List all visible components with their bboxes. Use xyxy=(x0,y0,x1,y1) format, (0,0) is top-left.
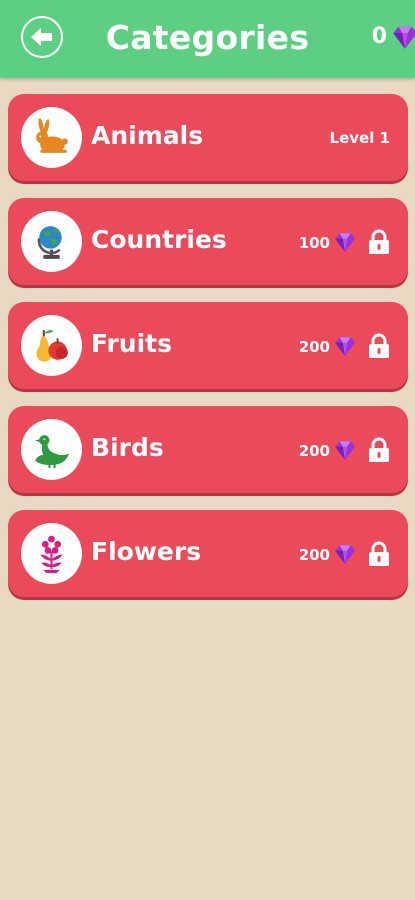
level-badge: Level 1 xyxy=(329,129,390,147)
category-icon-container xyxy=(21,419,82,480)
category-label: Flowers xyxy=(91,537,202,566)
duck-icon xyxy=(35,435,69,468)
category-list: Animals Level 1 Countries 100 Fruits 200… xyxy=(8,94,408,614)
category-label: Countries xyxy=(91,225,227,254)
unlock-price: 100 xyxy=(298,234,330,252)
unlock-price: 200 xyxy=(298,546,330,564)
arrow-left-icon xyxy=(31,28,52,46)
category-icon-container xyxy=(21,211,82,272)
diamond-icon xyxy=(335,233,355,252)
top-bar: Categories 0 xyxy=(0,0,415,78)
back-button[interactable] xyxy=(21,16,63,58)
unlock-price: 200 xyxy=(298,338,330,356)
category-icon-container xyxy=(21,523,82,584)
flower-icon xyxy=(40,535,63,573)
category-icon-container xyxy=(21,107,82,168)
diamond-icon xyxy=(335,441,355,460)
gem-balance: 0 xyxy=(371,24,387,49)
lock-icon xyxy=(369,437,389,462)
diamond-icon xyxy=(393,26,415,49)
globe-icon xyxy=(37,226,62,259)
category-card-birds[interactable]: Birds 200 xyxy=(8,406,408,493)
category-label: Fruits xyxy=(91,329,173,358)
category-card-countries[interactable]: Countries 100 xyxy=(8,198,408,285)
lock-icon xyxy=(369,229,389,254)
diamond-icon xyxy=(335,545,355,564)
category-card-flowers[interactable]: Flowers 200 xyxy=(8,510,408,597)
category-card-animals[interactable]: Animals Level 1 xyxy=(8,94,408,181)
lock-icon xyxy=(369,541,389,566)
rabbit-icon xyxy=(36,118,68,153)
category-icon-container xyxy=(21,315,82,376)
fruits-icon xyxy=(36,329,68,362)
unlock-price: 200 xyxy=(298,442,330,460)
diamond-icon xyxy=(335,337,355,356)
category-label: Animals xyxy=(91,121,204,150)
category-label: Birds xyxy=(91,433,164,462)
category-card-fruits[interactable]: Fruits 200 xyxy=(8,302,408,389)
lock-icon xyxy=(369,333,389,358)
